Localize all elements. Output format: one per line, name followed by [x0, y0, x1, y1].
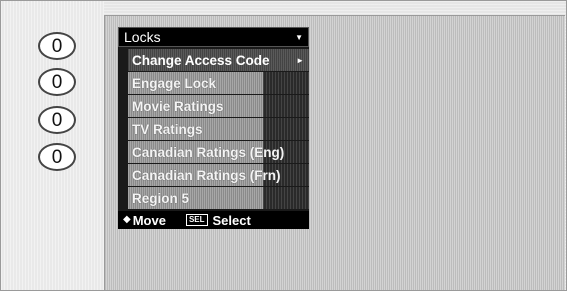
select-hint: Select: [212, 212, 251, 228]
menu-item-engage-lock[interactable]: Engage Lock: [128, 72, 309, 94]
callout-3: 0: [38, 106, 76, 134]
menu-item-label: Region 5: [132, 190, 190, 206]
menu-item-label: Engage Lock: [132, 75, 217, 91]
callout-strip: 0 0 0 0: [1, 1, 104, 290]
move-hint: Move: [132, 212, 166, 228]
menu-footer: ◆ Move SEL Select: [118, 211, 309, 229]
item-shade: [263, 187, 309, 209]
menu-item-movie-ratings[interactable]: Movie Ratings: [128, 95, 309, 117]
menu-item-canadian-ratings-frn[interactable]: Canadian Ratings (Frn): [128, 164, 309, 186]
callout-1: 0: [38, 32, 76, 60]
item-shade: [263, 95, 309, 117]
menu-title: Locks: [124, 29, 161, 45]
menu-item-label: Canadian Ratings (Frn): [132, 167, 281, 183]
submenu-arrow-icon: ►: [296, 55, 304, 65]
menu-list: Change Access Code ► Engage Lock Movie R…: [118, 47, 309, 211]
menu-item-tv-ratings[interactable]: TV Ratings: [128, 118, 309, 140]
menu-item-label: Canadian Ratings (Eng): [132, 144, 285, 160]
screenshot-frame: 0 0 0 0 Locks ▼ Change Access Code ► Eng…: [0, 0, 567, 291]
menu-item-label: TV Ratings: [132, 121, 203, 137]
dropdown-triangle-icon: ▼: [295, 32, 303, 42]
callout-4: 0: [38, 143, 76, 171]
item-shade: [263, 118, 309, 140]
menu-item-canadian-ratings-eng[interactable]: Canadian Ratings (Eng): [128, 141, 309, 163]
callout-2: 0: [38, 68, 76, 96]
item-shade: [263, 72, 309, 94]
four-way-arrow-icon: ◆: [123, 214, 131, 225]
sel-key-icon: SEL: [185, 214, 208, 226]
menu-item-region-5[interactable]: Region 5: [128, 187, 309, 209]
menu-item-change-access-code[interactable]: Change Access Code ►: [128, 49, 309, 71]
menu-header[interactable]: Locks ▼: [118, 27, 309, 47]
menu-item-label: Change Access Code: [132, 52, 270, 68]
locks-menu: Locks ▼ Change Access Code ► Engage Lock…: [118, 27, 309, 229]
menu-item-label: Movie Ratings: [132, 98, 224, 114]
